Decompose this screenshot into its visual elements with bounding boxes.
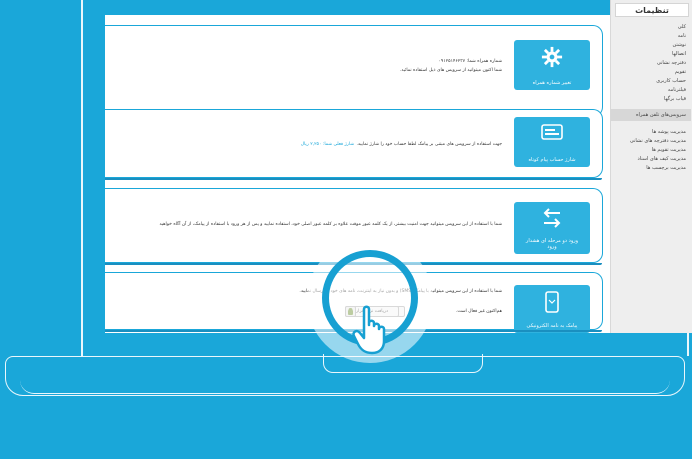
tile-sms-charge[interactable]: شارژ حساب پیام کوتاه (514, 117, 590, 167)
arrows-icon (543, 208, 561, 228)
tile-two-step-login[interactable]: ورود دو مرحله ای هشدار ورود (514, 202, 590, 254)
sidebar-item-general[interactable]: کلی (611, 22, 691, 31)
card-change-number: تغییر شماره همراه شماره همراه شما: ۰۹۱۲۵… (105, 25, 603, 119)
tile-sms-to-email[interactable]: پیامک به نامه الکترونیکی (514, 285, 590, 333)
phone-icon (545, 291, 559, 313)
sidebar-list: کلی نامه نوشتن اتصالها دفترچه نشانی تقوی… (611, 22, 691, 172)
laptop-bezel-left (81, 0, 83, 356)
sidebar-item-account[interactable]: حساب کاربری (611, 76, 691, 85)
sidebar-title: تنظیمات (615, 3, 689, 17)
tile-change-number[interactable]: تغییر شماره همراه (514, 40, 590, 90)
card-icon (541, 124, 563, 140)
sidebar-item-manage-addressbooks[interactable]: مدیریت دفترچه های نشانی (611, 136, 691, 145)
sidebar-item-connections[interactable]: اتصالها (611, 49, 691, 58)
current-balance-link[interactable]: شارژ فعلی شما: ۲,۲۵۰ ریال (301, 142, 354, 147)
tile-change-number-label: تغییر شماره همراه (532, 80, 572, 86)
sidebar-item-compose[interactable]: نوشتن (611, 40, 691, 49)
tile-sms-to-email-label: پیامک به نامه الکترونیکی (526, 323, 578, 329)
sidebar-item-templates[interactable]: قیاب برگها (611, 94, 691, 103)
sidebar-item-manage-folders[interactable]: مدیریت پوشه ها (611, 127, 691, 136)
mobile-number-text: شماره همراه شما: ۰۹۱۲۵۱۴۶۲۳۷ (438, 59, 502, 64)
tile-two-step-login-label: ورود دو مرحله ای هشدار ورود (525, 238, 579, 250)
sidebar-item-mail[interactable]: نامه (611, 31, 691, 40)
inactive-status-text: هم‌اکنون غیر فعال است. (455, 309, 502, 314)
sidebar-item-manage-calendars[interactable]: مدیریت تقویم ها (611, 145, 691, 154)
services-available-text: شما اکنون میتوانید از سرویس های ذیل استف… (399, 68, 502, 73)
sidebar-item-calendar[interactable]: تقویم (611, 67, 691, 76)
sidebar-item-addressbook[interactable]: دفترچه نشانی (611, 58, 691, 67)
sidebar-item-mobile-services[interactable]: سرویس‌های تلفن همراه (611, 109, 691, 121)
top-bar (105, 0, 610, 15)
sidebar-item-manage-labels[interactable]: مدیریت برچسب ها (611, 163, 691, 172)
gear-icon (541, 46, 563, 68)
settings-sidebar: تنظیمات کلی نامه نوشتن اتصالها دفترچه نش… (610, 0, 692, 333)
tile-sms-charge-label: شارژ حساب پیام کوتاه (528, 157, 576, 163)
sidebar-item-filters[interactable]: فیلترنامه (611, 85, 691, 94)
laptop-base-edge (20, 380, 670, 394)
sidebar-item-manage-documents[interactable]: مدیریت کیف های اسناد (611, 154, 691, 163)
card-sms-charge: شارژ حساب پیام کوتاه جهت استفاده از سروی… (105, 109, 603, 180)
sms-charge-text: جهت استفاده از سرویس های مبتنی بر پیامک … (356, 142, 502, 147)
pointer-hand-icon (352, 305, 386, 355)
two-step-description: شما با استفاده از این سرویس میتوانید جهت… (159, 222, 502, 227)
